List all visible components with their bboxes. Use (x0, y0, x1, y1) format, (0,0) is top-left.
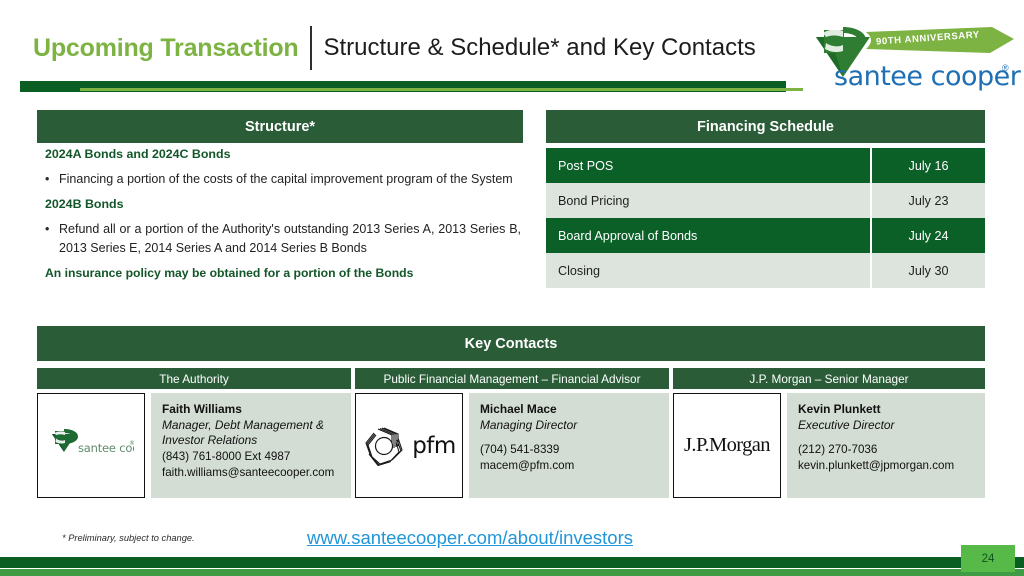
schedule-event: Board Approval of Bonds (546, 218, 871, 253)
footer-bar-dark (0, 557, 1024, 568)
contact-details-jpmorgan: Kevin Plunkett Executive Director (212) … (787, 393, 985, 498)
structure-bullet-text-1: Financing a portion of the costs of the … (59, 171, 513, 186)
contact-email[interactable]: kevin.plunkett@jpmorgan.com (798, 458, 977, 474)
structure-bullet-1: • Financing a portion of the costs of th… (45, 170, 527, 189)
santee-cooper-logo-icon: santee cooper ® (52, 428, 134, 455)
table-row: Closing July 30 (546, 253, 985, 288)
schedule-date: July 23 (870, 183, 985, 218)
table-row: Board Approval of Bonds July 24 (546, 218, 985, 253)
structure-group-label-2: 2024B Bonds (45, 197, 124, 212)
contact-email[interactable]: faith.williams@santeecooper.com (162, 465, 343, 481)
contact-card-authority: santee cooper ® Faith Williams Manager, … (37, 393, 351, 498)
svg-text:®: ® (129, 440, 134, 447)
contact-details-authority: Faith Williams Manager, Debt Management … (151, 393, 351, 498)
contact-title-line-1: Managing Director (480, 417, 578, 432)
contact-name: Michael Mace (480, 402, 557, 416)
contact-details-pfm: Michael Mace Managing Director (704) 541… (469, 393, 669, 498)
santee-cooper-wordmark: santee cooper (834, 61, 1021, 92)
structure-group-label-1: 2024A Bonds and 2024C Bonds (45, 147, 231, 161)
pfm-logo-icon (365, 426, 403, 466)
contact-column-header-pfm: Public Financial Management – Financial … (355, 368, 669, 389)
page-title: Upcoming Transaction Structure & Schedul… (33, 26, 756, 70)
schedule-panel-header: Financing Schedule (546, 110, 985, 143)
table-row: Bond Pricing July 23 (546, 183, 985, 218)
contact-phone: (843) 761-8000 Ext 4987 (162, 450, 291, 464)
contact-phone: (212) 270-7036 (798, 443, 878, 457)
contact-name: Kevin Plunkett (798, 402, 881, 416)
jpmorgan-logo-box: J.P.Morgan (673, 393, 781, 498)
schedule-event: Post POS (546, 148, 871, 183)
bullet-dot-icon: • (45, 221, 50, 236)
contact-title-line-2: Investor Relations (162, 433, 258, 448)
contact-title-line-1: Manager, Debt Management & (162, 417, 324, 432)
schedule-event: Bond Pricing (546, 183, 871, 218)
contact-title-line-1: Executive Director (798, 417, 895, 432)
footer-bar-light (0, 569, 1024, 576)
structure-panel-header: Structure* (37, 110, 523, 143)
structure-bullet-text-2: Refund all or a portion of the Authority… (59, 221, 521, 255)
page-title-main: Structure & Schedule* and Key Contacts (323, 34, 756, 61)
contact-email[interactable]: macem@pfm.com (480, 458, 661, 474)
schedule-date: July 30 (870, 253, 985, 288)
schedule-date: July 16 (870, 148, 985, 183)
page-number-badge: 24 (961, 545, 1015, 572)
contact-column-header-jpmorgan: J.P. Morgan – Senior Manager (673, 368, 985, 389)
table-row: Post POS July 16 (546, 148, 985, 183)
contact-column-header-authority: The Authority (37, 368, 351, 389)
preliminary-footnote: * Preliminary, subject to change. (62, 533, 195, 543)
header-rule-light (80, 88, 803, 91)
santee-cooper-brand-logo: 90TH ANNIVERSARY santee cooper ® (806, 23, 1021, 95)
financing-schedule-table: Post POS July 16 Bond Pricing July 23 Bo… (546, 148, 985, 288)
investor-relations-link[interactable]: www.santeecooper.com/about/investors (307, 527, 633, 549)
pfm-logo-box: pfm (355, 393, 463, 498)
structure-insurance-note: An insurance policy may be obtained for … (45, 266, 414, 281)
slide-header: Upcoming Transaction Structure & Schedul… (0, 0, 1024, 100)
contact-name: Faith Williams (162, 402, 242, 416)
structure-bullet-2: • Refund all or a portion of the Authori… (45, 220, 527, 258)
contact-phone: (704) 541-8339 (480, 443, 560, 457)
pfm-wordmark: pfm (412, 432, 456, 459)
schedule-date: July 24 (870, 218, 985, 253)
svg-text:santee cooper: santee cooper (78, 441, 134, 455)
bullet-dot-icon: • (45, 171, 50, 186)
structure-panel-body: 2024A Bonds and 2024C Bonds • Financing … (37, 147, 527, 282)
contact-card-pfm: pfm Michael Mace Managing Director (704)… (355, 393, 669, 498)
registered-trademark-icon: ® (1002, 63, 1009, 73)
santee-cooper-logo-box: santee cooper ® (37, 393, 145, 498)
jpmorgan-wordmark: J.P.Morgan (684, 434, 770, 456)
page-title-accent: Upcoming Transaction (33, 33, 299, 62)
key-contacts-header: Key Contacts (37, 326, 985, 361)
contact-card-jpmorgan: J.P.Morgan Kevin Plunkett Executive Dire… (673, 393, 985, 498)
schedule-event: Closing (546, 253, 871, 288)
title-divider (310, 26, 313, 70)
